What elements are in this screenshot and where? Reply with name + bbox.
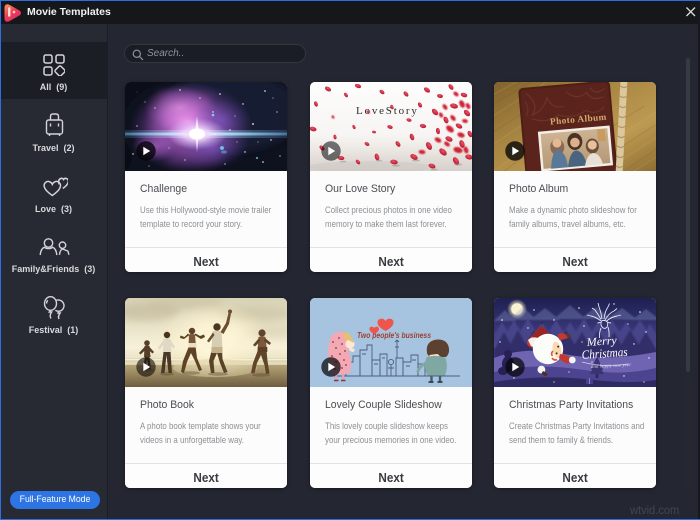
svg-text:Two people's business: Two people's business (357, 331, 431, 340)
svg-text:LoveStory: LoveStory (356, 105, 419, 117)
